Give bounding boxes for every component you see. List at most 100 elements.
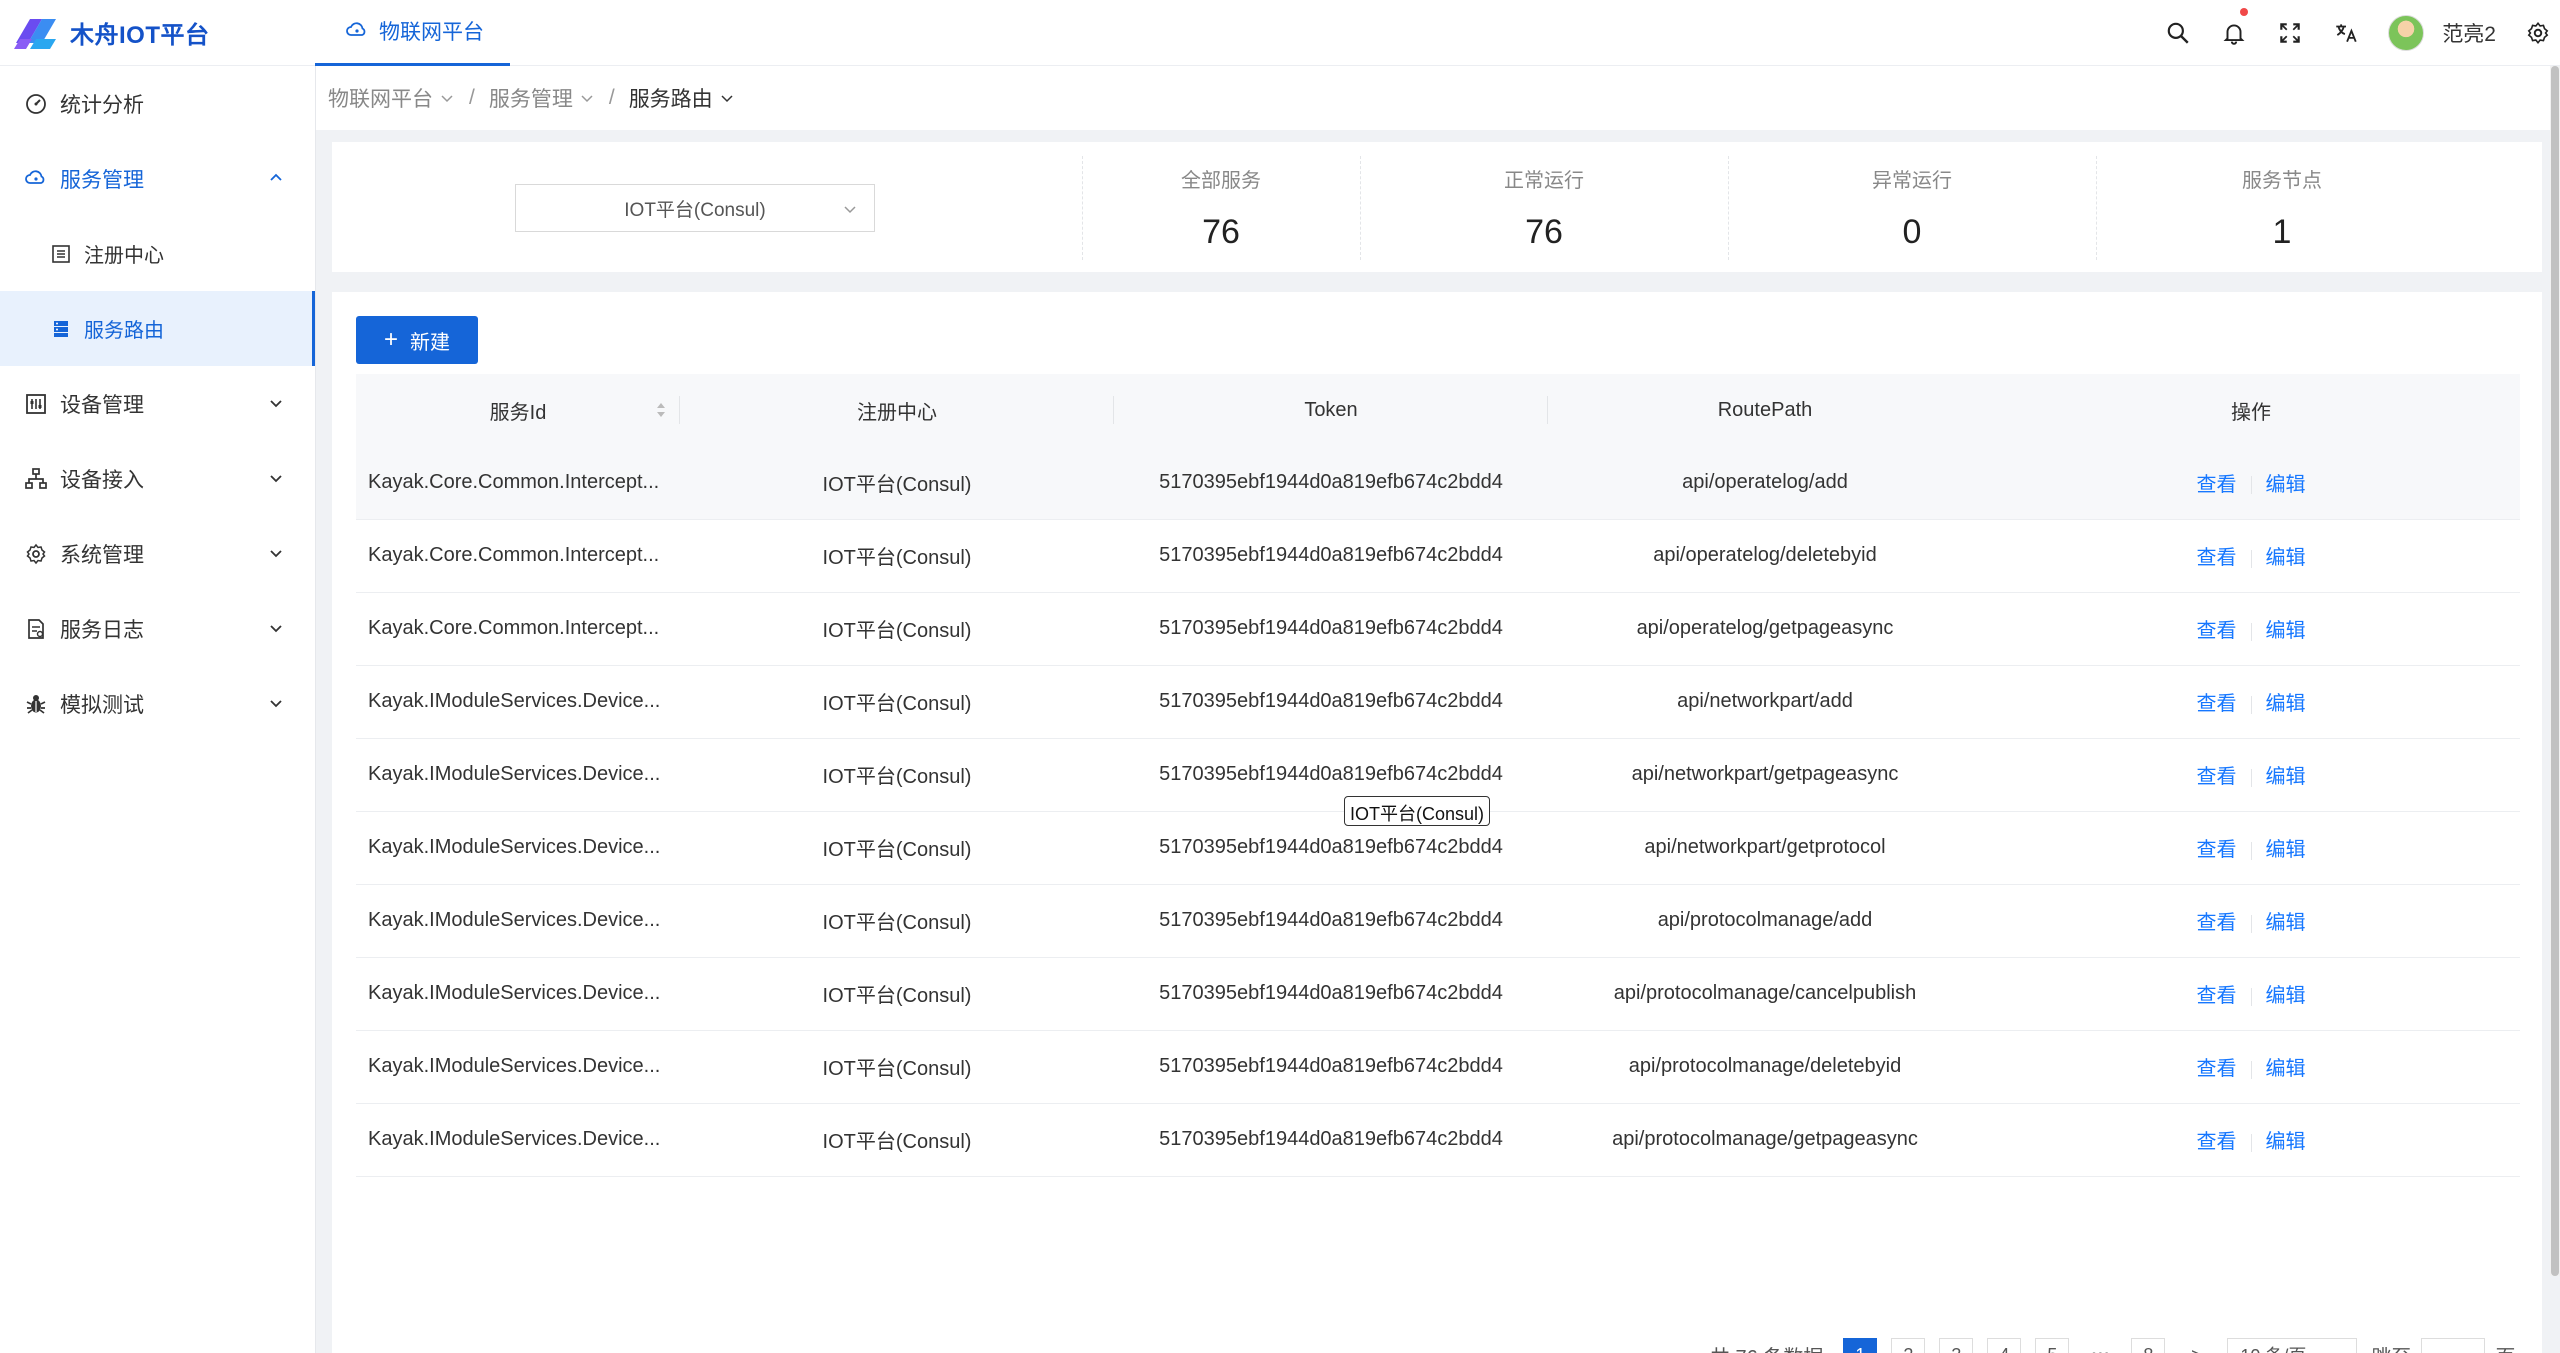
cell-service-id: Kayak.Core.Common.Intercept...	[356, 592, 680, 666]
edit-link[interactable]: 编辑	[2266, 620, 2306, 642]
sidebar-item-device-access[interactable]: 设备接入	[0, 441, 315, 516]
view-link[interactable]: 查看	[2197, 693, 2237, 715]
fullscreen-icon	[2280, 23, 2301, 43]
table-row[interactable]: Kayak.IModuleServices.Device... IOT平台(Con…	[356, 957, 2520, 1031]
username[interactable]: 范亮2	[2442, 18, 2496, 48]
cell-registry: IOT平台(Consul)	[680, 665, 1114, 739]
edit-link[interactable]: 编辑	[2266, 839, 2306, 861]
view-link[interactable]: 查看	[2197, 766, 2237, 788]
view-link[interactable]: 查看	[2197, 985, 2237, 1007]
cell-actions: 查看 编辑	[1982, 665, 2520, 739]
page-button[interactable]: 3	[1939, 1338, 1974, 1353]
action-divider	[2250, 476, 2252, 495]
search-button[interactable]	[2150, 0, 2206, 66]
breadcrumb-item[interactable]: 物联网平台	[328, 83, 455, 113]
edit-link[interactable]: 编辑	[2266, 1131, 2306, 1153]
settings-button[interactable]	[2516, 0, 2560, 66]
cloud-service-icon	[346, 22, 366, 36]
next-page-button[interactable]: >	[2179, 1338, 2213, 1353]
page-size-select[interactable]: 10 条/页	[2227, 1338, 2358, 1353]
cell-service-id: Kayak.IModuleServices.Device...	[356, 957, 680, 1031]
page-button[interactable]: 2	[1891, 1338, 1926, 1353]
cell-route-path: api/networkpart/getprotocol	[1548, 811, 1982, 885]
cell-service-id: Kayak.Core.Common.Intercept...	[356, 519, 680, 593]
action-divider	[2250, 1133, 2252, 1152]
column-header-route-path: RoutePath	[1548, 374, 1982, 446]
sidebar-item-service-route[interactable]: 服务路由	[0, 291, 315, 366]
registry-select-value: IOT平台(Consul)	[624, 199, 766, 221]
action-divider	[2250, 549, 2252, 568]
cell-service-id: Kayak.IModuleServices.Device...	[356, 738, 680, 812]
new-button[interactable]: + 新建	[356, 316, 478, 364]
view-link[interactable]: 查看	[2197, 1131, 2237, 1153]
breadcrumb-item-current[interactable]: 服务路由	[629, 83, 735, 113]
edit-link[interactable]: 编辑	[2266, 985, 2306, 1007]
cell-route-path: api/networkpart/getpageasync	[1548, 738, 1982, 812]
table-row[interactable]: Kayak.IModuleServices.Device... IOT平台(Con…	[356, 1030, 2520, 1104]
sidebar-item-registry[interactable]: 注册中心	[0, 216, 315, 291]
page-button[interactable]: 8	[2131, 1338, 2166, 1353]
avatar[interactable]	[2388, 15, 2425, 51]
search-icon	[2168, 22, 2189, 44]
table-row[interactable]: Kayak.IModuleServices.Device... IOT平台(Con…	[356, 665, 2520, 739]
cell-registry: IOT平台(Consul)	[680, 1103, 1114, 1177]
view-link[interactable]: 查看	[2197, 912, 2237, 934]
table-row[interactable]: Kayak.IModuleServices.Device... IOT平台(Con…	[356, 1103, 2520, 1177]
edit-link[interactable]: 编辑	[2266, 1058, 2306, 1080]
gear-icon	[2527, 21, 2549, 45]
sidebar-item-label: 注册中心	[84, 245, 164, 267]
jump-label: 跳至	[2371, 1341, 2411, 1353]
sidebar-item-statistics[interactable]: 统计分析	[0, 66, 315, 141]
sort-icon[interactable]	[654, 398, 668, 422]
edit-link[interactable]: 编辑	[2266, 912, 2306, 934]
edit-link[interactable]: 编辑	[2266, 766, 2306, 788]
table-row[interactable]: Kayak.IModuleServices.Device... IOT平台(Con…	[356, 884, 2520, 958]
top-header: 木舟IOT平台 物联网平台 范亮2	[0, 0, 2560, 66]
sidebar-item-simulation-test[interactable]: 模拟测试	[0, 666, 315, 741]
page-button[interactable]: 4	[1987, 1338, 2022, 1353]
table-row[interactable]: Kayak.Core.Common.Intercept... IOT平台(Cons…	[356, 519, 2520, 593]
log-icon	[28, 618, 44, 639]
page-button[interactable]: 5	[2035, 1338, 2070, 1353]
edit-link[interactable]: 编辑	[2266, 474, 2306, 496]
view-link[interactable]: 查看	[2197, 474, 2237, 496]
cell-registry: IOT平台(Consul)	[680, 738, 1114, 812]
sidebar-item-device-management[interactable]: 设备管理	[0, 366, 315, 441]
page-button[interactable]: 1	[1843, 1338, 1878, 1353]
scrollbar-thumb[interactable]	[2551, 66, 2559, 1276]
cell-registry: IOT平台(Consul)	[680, 592, 1114, 666]
sidebar-item-service-management[interactable]: 服务管理	[0, 141, 315, 216]
logo-icon	[14, 18, 56, 49]
page-suffix: 页	[2495, 1341, 2515, 1353]
sidebar-item-service-log[interactable]: 服务日志	[0, 591, 315, 666]
notification-dot	[2240, 8, 2249, 16]
edit-link[interactable]: 编辑	[2266, 693, 2306, 715]
table-row[interactable]: Kayak.Core.Common.Intercept... IOT平台(Cons…	[356, 592, 2520, 666]
view-link[interactable]: 查看	[2197, 620, 2237, 642]
route-table: 服务Id 注册中心 Token RoutePath 操作 Kayak.Core.…	[356, 374, 2520, 1177]
sidebar-item-system-management[interactable]: 系统管理	[0, 516, 315, 591]
table-row[interactable]: Kayak.Core.Common.Intercept... IOT平台(Cons…	[356, 446, 2520, 520]
chevron-down-icon	[270, 625, 282, 633]
fullscreen-button[interactable]	[2262, 0, 2318, 66]
scrollbar[interactable]	[2550, 66, 2560, 1276]
breadcrumb-item[interactable]: 服务管理	[489, 83, 595, 113]
jump-input[interactable]	[2421, 1338, 2486, 1353]
cell-token: 5170395ebf1944d0a819efb674c2bdd4	[1114, 446, 1548, 520]
cell-token: 5170395ebf1944d0a819efb674c2bdd4	[1114, 665, 1548, 739]
notification-button[interactable]	[2206, 0, 2262, 66]
registry-select[interactable]: IOT平台(Consul)	[515, 184, 875, 232]
page-ellipsis[interactable]: •••	[2083, 1338, 2117, 1353]
column-header-service-id[interactable]: 服务Id	[356, 374, 680, 446]
plus-icon: +	[383, 326, 398, 353]
language-button[interactable]	[2318, 0, 2374, 66]
cell-registry: IOT平台(Consul)	[680, 519, 1114, 593]
chevron-up-icon	[270, 173, 282, 181]
view-link[interactable]: 查看	[2197, 547, 2237, 569]
gear-icon	[26, 543, 46, 564]
edit-link[interactable]: 编辑	[2266, 547, 2306, 569]
view-link[interactable]: 查看	[2197, 839, 2237, 861]
logo[interactable]: 木舟IOT平台	[0, 0, 315, 66]
tab-iot-platform[interactable]: 物联网平台	[315, 0, 510, 66]
view-link[interactable]: 查看	[2197, 1058, 2237, 1080]
